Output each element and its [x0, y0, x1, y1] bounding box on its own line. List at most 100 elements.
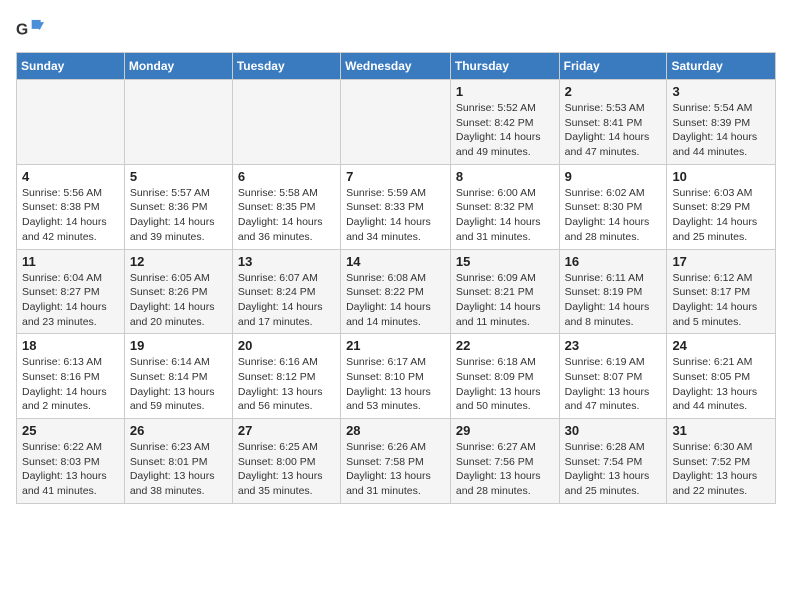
calendar-cell: 12 Sunrise: 6:05 AM Sunset: 8:26 PM Dayli…	[124, 249, 232, 334]
day-number: 25	[22, 423, 119, 438]
day-info: Sunrise: 6:16 AM Sunset: 8:12 PM Dayligh…	[238, 355, 335, 414]
day-info: Sunrise: 5:54 AM Sunset: 8:39 PM Dayligh…	[672, 101, 770, 160]
header-day-sunday: Sunday	[17, 53, 125, 80]
day-number: 6	[238, 169, 335, 184]
calendar-cell: 19 Sunrise: 6:14 AM Sunset: 8:14 PM Dayli…	[124, 334, 232, 419]
header-day-monday: Monday	[124, 53, 232, 80]
header-day-friday: Friday	[559, 53, 667, 80]
page-header: G	[16, 16, 776, 44]
calendar-cell: 7 Sunrise: 5:59 AM Sunset: 8:33 PM Daylig…	[341, 164, 451, 249]
calendar-cell: 5Sunrise: 5:57 AM Sunset: 8:36 PM Daylig…	[124, 164, 232, 249]
calendar-cell	[341, 80, 451, 165]
day-info: Sunrise: 6:28 AM Sunset: 7:54 PM Dayligh…	[565, 440, 662, 499]
day-number: 28	[346, 423, 445, 438]
calendar-cell: 8 Sunrise: 6:00 AM Sunset: 8:32 PM Daylig…	[450, 164, 559, 249]
day-number: 30	[565, 423, 662, 438]
day-info: Sunrise: 6:25 AM Sunset: 8:00 PM Dayligh…	[238, 440, 335, 499]
day-info: Sunrise: 6:17 AM Sunset: 8:10 PM Dayligh…	[346, 355, 445, 414]
calendar-body: 1Sunrise: 5:52 AM Sunset: 8:42 PM Daylig…	[17, 80, 776, 504]
day-number: 18	[22, 338, 119, 353]
header-day-saturday: Saturday	[667, 53, 776, 80]
day-number: 26	[130, 423, 227, 438]
calendar-cell: 29 Sunrise: 6:27 AM Sunset: 7:56 PM Dayli…	[450, 419, 559, 504]
day-number: 21	[346, 338, 445, 353]
calendar-week-3: 11 Sunrise: 6:04 AM Sunset: 8:27 PM Dayli…	[17, 249, 776, 334]
day-number: 8	[456, 169, 554, 184]
header-day-wednesday: Wednesday	[341, 53, 451, 80]
day-info: Sunrise: 6:14 AM Sunset: 8:14 PM Dayligh…	[130, 355, 227, 414]
day-number: 9	[565, 169, 662, 184]
day-info: Sunrise: 6:03 AM Sunset: 8:29 PM Dayligh…	[672, 186, 770, 245]
day-number: 20	[238, 338, 335, 353]
day-number: 4	[22, 169, 119, 184]
day-number: 23	[565, 338, 662, 353]
day-number: 11	[22, 254, 119, 269]
day-info: Sunrise: 6:19 AM Sunset: 8:07 PM Dayligh…	[565, 355, 662, 414]
calendar-cell: 22Sunrise: 6:18 AM Sunset: 8:09 PM Dayli…	[450, 334, 559, 419]
day-number: 19	[130, 338, 227, 353]
logo: G	[16, 16, 48, 44]
day-info: Sunrise: 6:26 AM Sunset: 7:58 PM Dayligh…	[346, 440, 445, 499]
day-number: 12	[130, 254, 227, 269]
calendar-cell: 25 Sunrise: 6:22 AM Sunset: 8:03 PM Dayli…	[17, 419, 125, 504]
calendar-cell: 31 Sunrise: 6:30 AM Sunset: 7:52 PM Dayli…	[667, 419, 776, 504]
calendar-cell: 14 Sunrise: 6:08 AM Sunset: 8:22 PM Dayli…	[341, 249, 451, 334]
calendar-cell: 27 Sunrise: 6:25 AM Sunset: 8:00 PM Dayli…	[232, 419, 340, 504]
calendar-cell: 4 Sunrise: 5:56 AM Sunset: 8:38 PM Daylig…	[17, 164, 125, 249]
day-info: Sunrise: 6:05 AM Sunset: 8:26 PM Dayligh…	[130, 271, 227, 330]
day-info: Sunrise: 6:09 AM Sunset: 8:21 PM Dayligh…	[456, 271, 554, 330]
day-info: Sunrise: 6:22 AM Sunset: 8:03 PM Dayligh…	[22, 440, 119, 499]
calendar-cell: 10Sunrise: 6:03 AM Sunset: 8:29 PM Dayli…	[667, 164, 776, 249]
header-day-tuesday: Tuesday	[232, 53, 340, 80]
calendar-week-2: 4 Sunrise: 5:56 AM Sunset: 8:38 PM Daylig…	[17, 164, 776, 249]
calendar-week-1: 1Sunrise: 5:52 AM Sunset: 8:42 PM Daylig…	[17, 80, 776, 165]
calendar-cell: 30 Sunrise: 6:28 AM Sunset: 7:54 PM Dayli…	[559, 419, 667, 504]
day-info: Sunrise: 6:23 AM Sunset: 8:01 PM Dayligh…	[130, 440, 227, 499]
calendar-cell: 2 Sunrise: 5:53 AM Sunset: 8:41 PM Daylig…	[559, 80, 667, 165]
day-info: Sunrise: 5:56 AM Sunset: 8:38 PM Dayligh…	[22, 186, 119, 245]
calendar-header: SundayMondayTuesdayWednesdayThursdayFrid…	[17, 53, 776, 80]
day-number: 14	[346, 254, 445, 269]
day-info: Sunrise: 6:12 AM Sunset: 8:17 PM Dayligh…	[672, 271, 770, 330]
day-number: 2	[565, 84, 662, 99]
calendar-cell	[232, 80, 340, 165]
calendar-cell: 11 Sunrise: 6:04 AM Sunset: 8:27 PM Dayli…	[17, 249, 125, 334]
calendar-cell: 18 Sunrise: 6:13 AM Sunset: 8:16 PM Dayli…	[17, 334, 125, 419]
svg-text:G: G	[16, 21, 28, 38]
calendar-cell: 1Sunrise: 5:52 AM Sunset: 8:42 PM Daylig…	[450, 80, 559, 165]
day-info: Sunrise: 6:30 AM Sunset: 7:52 PM Dayligh…	[672, 440, 770, 499]
calendar-cell: 15 Sunrise: 6:09 AM Sunset: 8:21 PM Dayli…	[450, 249, 559, 334]
day-number: 3	[672, 84, 770, 99]
calendar-week-4: 18 Sunrise: 6:13 AM Sunset: 8:16 PM Dayli…	[17, 334, 776, 419]
day-info: Sunrise: 5:59 AM Sunset: 8:33 PM Dayligh…	[346, 186, 445, 245]
day-number: 29	[456, 423, 554, 438]
header-day-thursday: Thursday	[450, 53, 559, 80]
day-info: Sunrise: 5:53 AM Sunset: 8:41 PM Dayligh…	[565, 101, 662, 160]
day-info: Sunrise: 6:27 AM Sunset: 7:56 PM Dayligh…	[456, 440, 554, 499]
day-number: 17	[672, 254, 770, 269]
day-number: 15	[456, 254, 554, 269]
calendar-cell	[17, 80, 125, 165]
day-info: Sunrise: 6:08 AM Sunset: 8:22 PM Dayligh…	[346, 271, 445, 330]
calendar-week-5: 25 Sunrise: 6:22 AM Sunset: 8:03 PM Dayli…	[17, 419, 776, 504]
day-number: 7	[346, 169, 445, 184]
calendar-cell: 26 Sunrise: 6:23 AM Sunset: 8:01 PM Dayli…	[124, 419, 232, 504]
day-number: 1	[456, 84, 554, 99]
day-number: 16	[565, 254, 662, 269]
day-info: Sunrise: 6:00 AM Sunset: 8:32 PM Dayligh…	[456, 186, 554, 245]
calendar-cell: 20 Sunrise: 6:16 AM Sunset: 8:12 PM Dayli…	[232, 334, 340, 419]
day-number: 27	[238, 423, 335, 438]
day-info: Sunrise: 6:21 AM Sunset: 8:05 PM Dayligh…	[672, 355, 770, 414]
calendar-cell: 24 Sunrise: 6:21 AM Sunset: 8:05 PM Dayli…	[667, 334, 776, 419]
day-number: 5	[130, 169, 227, 184]
day-info: Sunrise: 6:13 AM Sunset: 8:16 PM Dayligh…	[22, 355, 119, 414]
day-number: 31	[672, 423, 770, 438]
day-info: Sunrise: 6:04 AM Sunset: 8:27 PM Dayligh…	[22, 271, 119, 330]
day-number: 13	[238, 254, 335, 269]
calendar-cell	[124, 80, 232, 165]
day-number: 24	[672, 338, 770, 353]
calendar-table: SundayMondayTuesdayWednesdayThursdayFrid…	[16, 52, 776, 504]
calendar-cell: 9Sunrise: 6:02 AM Sunset: 8:30 PM Daylig…	[559, 164, 667, 249]
day-info: Sunrise: 6:07 AM Sunset: 8:24 PM Dayligh…	[238, 271, 335, 330]
calendar-cell: 16Sunrise: 6:11 AM Sunset: 8:19 PM Dayli…	[559, 249, 667, 334]
